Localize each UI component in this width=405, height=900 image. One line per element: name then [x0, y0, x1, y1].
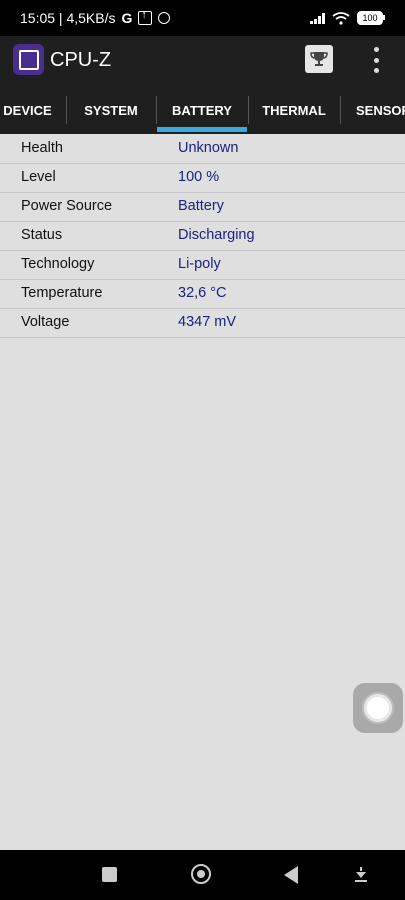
trophy-button[interactable]	[305, 45, 333, 73]
overflow-menu-button[interactable]	[369, 47, 383, 73]
info-row-technology: Technology Li-poly	[0, 250, 405, 280]
tab-system[interactable]: SYSTEM	[67, 86, 155, 134]
selected-tab-indicator	[157, 127, 247, 132]
info-label: Voltage	[21, 314, 70, 330]
assist-ball-icon	[364, 694, 392, 722]
floating-assist-button[interactable]	[353, 683, 403, 733]
cpu-chip-icon	[13, 44, 44, 75]
system-nav-bar	[0, 850, 405, 900]
info-value: 32,6 °C	[178, 285, 227, 301]
info-label: Health	[21, 140, 63, 156]
info-row-voltage: Voltage 4347 mV	[0, 308, 405, 338]
info-value: Discharging	[178, 227, 255, 243]
status-bar: 15:05 | 4,5KB/s G 100	[0, 0, 405, 36]
tab-thermal[interactable]: THERMAL	[249, 86, 339, 134]
info-label: Level	[21, 169, 56, 185]
recents-button[interactable]	[102, 867, 117, 882]
home-button[interactable]	[191, 864, 211, 884]
hide-nav-button[interactable]	[354, 867, 368, 883]
tab-sensors[interactable]: SENSORS	[341, 86, 405, 134]
info-row-level: Level 100 %	[0, 163, 405, 193]
google-icon: G	[121, 10, 133, 26]
info-value: 4347 mV	[178, 314, 237, 330]
info-row-status: Status Discharging	[0, 221, 405, 251]
app-title: CPU-Z	[50, 49, 112, 71]
back-button[interactable]	[284, 866, 298, 884]
info-value: Battery	[178, 198, 224, 214]
info-value: Unknown	[178, 140, 239, 156]
app-bar: CPU-Z	[0, 36, 405, 86]
circle-notification-icon	[158, 12, 171, 24]
battery-icon: 100	[357, 11, 385, 25]
info-value: 100 %	[178, 169, 220, 185]
battery-level-text: 100	[362, 13, 378, 23]
info-value: Li-poly	[178, 256, 221, 272]
info-row-power-source: Power Source Battery	[0, 192, 405, 222]
status-time-speed: 15:05 | 4,5KB/s	[20, 10, 116, 26]
info-row-temperature: Temperature 32,6 °C	[0, 279, 405, 309]
wifi-icon	[332, 11, 350, 25]
info-label: Technology	[21, 256, 95, 272]
info-row-health: Health Unknown	[0, 134, 405, 164]
status-right: 100	[310, 11, 385, 25]
upload-notification-icon	[138, 9, 153, 25]
info-label: Power Source	[21, 198, 113, 214]
info-label: Temperature	[21, 285, 103, 301]
signal-icon	[310, 12, 325, 24]
tab-device[interactable]: DEVICE	[0, 86, 65, 134]
status-left: 15:05 | 4,5KB/s G	[20, 9, 171, 26]
info-label: Status	[21, 227, 63, 243]
trophy-icon	[310, 52, 328, 66]
overflow-menu-icon	[373, 47, 379, 52]
battery-info-panel: Health Unknown Level 100 % Power Source …	[0, 134, 405, 850]
